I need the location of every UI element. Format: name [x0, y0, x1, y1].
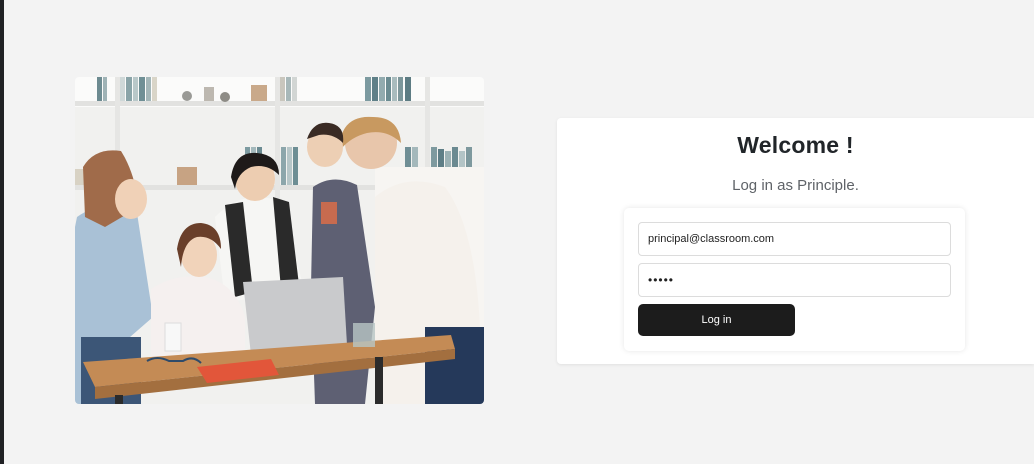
- password-field[interactable]: [638, 263, 951, 297]
- welcome-title: Welcome !: [737, 132, 854, 158]
- login-button[interactable]: Log in: [638, 304, 795, 336]
- login-form: Log in: [624, 208, 965, 351]
- login-card: Welcome ! Log in as Principle. Log in: [557, 118, 1034, 364]
- window-edge: [0, 0, 4, 464]
- hero-image: [75, 77, 484, 404]
- teachers-at-laptop-illustration: [75, 77, 484, 404]
- login-subtitle: Log in as Principle.: [732, 177, 859, 194]
- email-field[interactable]: [638, 222, 951, 256]
